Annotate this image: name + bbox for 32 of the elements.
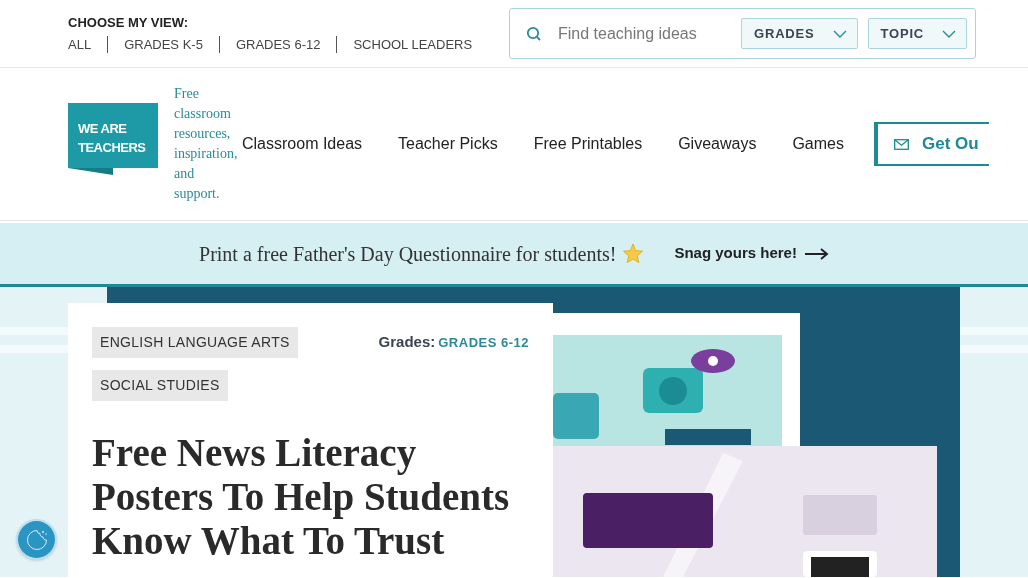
article-title: Free News Literacy Posters To Help Students Know What To Trust (92, 431, 511, 563)
background-stripe (960, 327, 1028, 335)
grade-link[interactable]: GRADES 6-12 (438, 333, 529, 353)
view-option-link[interactable]: GRADES 6-12 (235, 35, 321, 55)
nav-link[interactable]: Giveaways (678, 132, 757, 156)
tagline: Free classroom resources, inspiration, and support. (174, 85, 239, 203)
search-icon (526, 25, 542, 42)
mail-icon (893, 138, 909, 150)
promo-link[interactable]: Snag yours here! (674, 242, 829, 265)
nav-link[interactable]: Teacher Picks (398, 132, 498, 156)
search-field[interactable]: Find teaching ideas (558, 21, 734, 46)
promo-text: Print a free Father's Day Questionnaire for students! (199, 241, 617, 268)
star-icon (622, 242, 645, 265)
arrow-right-icon (804, 247, 829, 260)
view-option-link[interactable]: ALL (68, 35, 92, 55)
subject-tag[interactable]: SOCIAL STUDIES (92, 370, 228, 401)
chevron-down-icon (832, 29, 847, 38)
background-stripe (960, 345, 1028, 353)
newsletter-button[interactable]: Get Ou (873, 122, 989, 166)
nav-link[interactable]: Classroom Ideas (242, 132, 363, 156)
filter-dropdown[interactable]: GRADES (741, 18, 858, 49)
cookie-icon (24, 527, 49, 552)
chevron-down-icon (942, 29, 956, 38)
view-option-link[interactable]: GRADES K-5 (124, 35, 203, 55)
subject-tag[interactable]: ENGLISH LANGUAGE ARTS (92, 327, 298, 358)
cookie-settings-button[interactable] (16, 519, 57, 560)
view-option-link[interactable]: SCHOOL LEADERS (353, 35, 473, 55)
filter-dropdown[interactable]: TOPIC (867, 18, 967, 49)
nav-link[interactable]: Free Printables (533, 132, 643, 156)
view-label: CHOOSE MY VIEW: (68, 13, 190, 32)
nav-link[interactable]: Games (792, 132, 844, 156)
grades-label: Grades: (378, 332, 436, 352)
